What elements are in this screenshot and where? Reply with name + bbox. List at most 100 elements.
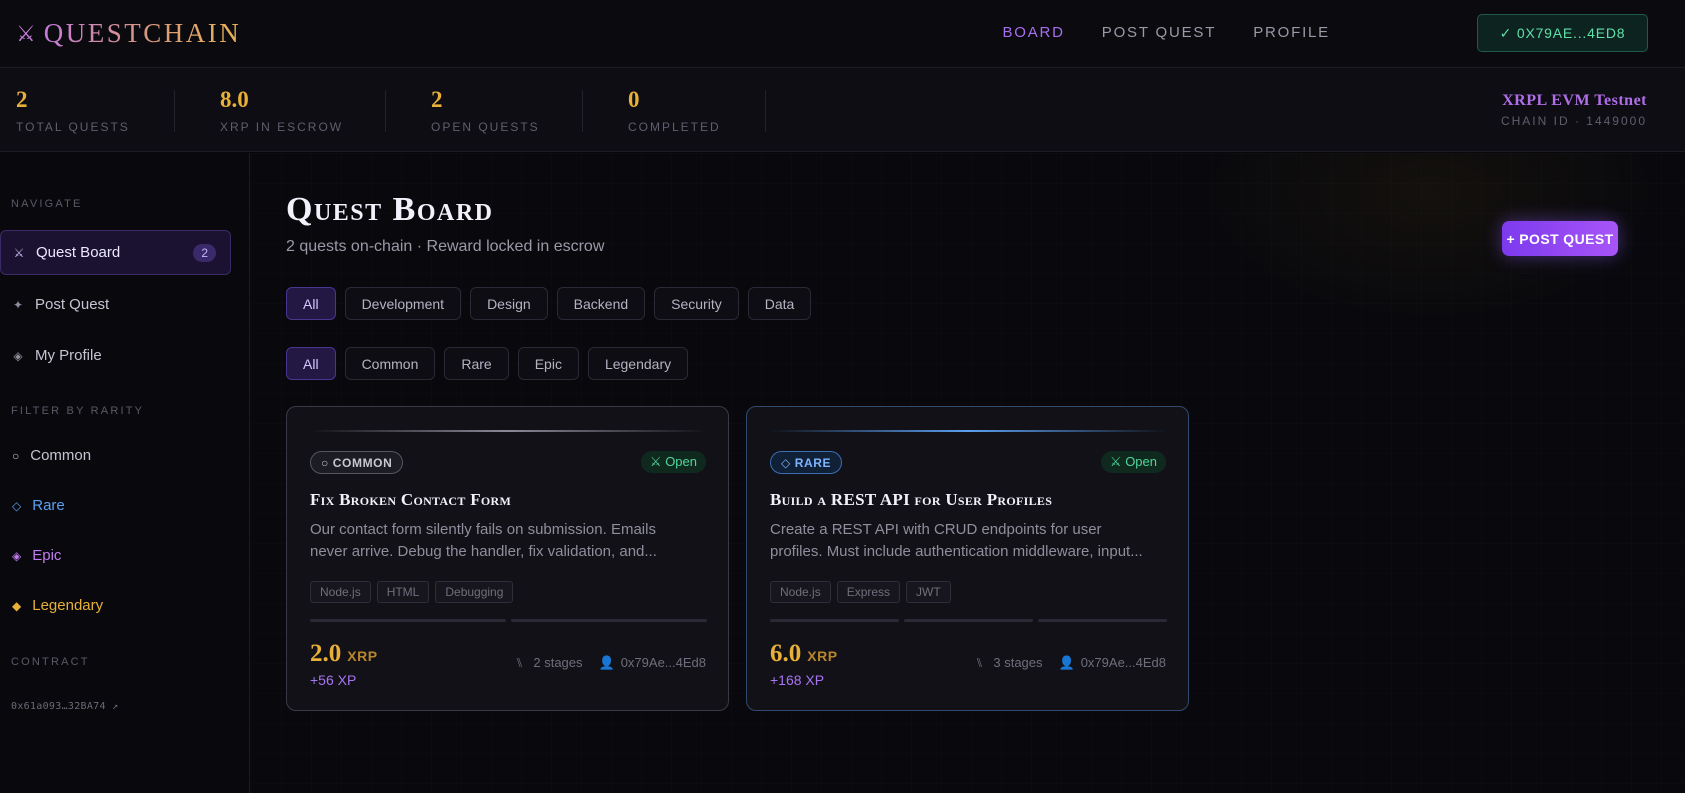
- rarity-filter-legendary[interactable]: ◆ Legendary: [12, 597, 103, 614]
- network-info: XRPL EVM Testnet CHAIN ID · 1449000: [1501, 92, 1647, 128]
- sidebar: NAVIGATE ⚔ Quest Board 2 ✦ Post Quest ◈ …: [0, 153, 250, 793]
- sidebar-item-my-profile[interactable]: ◈ My Profile: [0, 333, 231, 378]
- stat-value: 2: [16, 87, 28, 112]
- status-badge: ⚔ Open: [1100, 451, 1166, 473]
- xp-reward: +56 XP: [310, 672, 357, 688]
- sidebar-item-quest-board[interactable]: ⚔ Quest Board 2: [0, 230, 231, 275]
- category-filter-backend[interactable]: Backend: [556, 287, 646, 320]
- tag: Node.js: [310, 581, 371, 603]
- quest-title: Fix Broken Contact Form: [310, 490, 512, 509]
- stat-label: OPEN QUESTS: [431, 120, 540, 134]
- stat-label: XRP IN ESCROW: [220, 120, 344, 134]
- category-filter-all[interactable]: All: [286, 287, 336, 320]
- stage-segment: [770, 619, 899, 622]
- stat-open-quests: 2 OPEN QUESTS: [431, 88, 540, 134]
- quest-card[interactable]: ○ COMMON ⚔ Open Fix Broken Contact Form …: [286, 406, 729, 711]
- category-filter-design[interactable]: Design: [470, 287, 548, 320]
- rarity-filter-epic[interactable]: ◈ Epic: [12, 547, 61, 564]
- rarity-filter-rare[interactable]: ◇ Rare: [12, 497, 65, 514]
- stat-divider: [385, 90, 386, 132]
- main-nav: BOARD POST QUEST PROFILE: [1002, 24, 1330, 41]
- tag: Debugging: [435, 581, 514, 603]
- stage-segment: [511, 619, 707, 622]
- stat-completed: 0 COMPLETED: [628, 88, 721, 134]
- quest-meta: ⑊ 2 stages 👤 0x79Ae...4Ed8: [516, 655, 706, 671]
- reward: 6.0 XRP: [770, 640, 838, 668]
- stats-bar: 2 TOTAL QUESTS 8.0 XRP IN ESCROW 2 OPEN …: [0, 68, 1685, 152]
- stat-divider: [174, 90, 175, 132]
- rarity-chip-legendary[interactable]: Legendary: [587, 347, 689, 380]
- wallet-button[interactable]: ✓ 0X79AE...4ED8: [1477, 14, 1648, 52]
- stage-segment: [1038, 619, 1167, 622]
- tag: JWT: [906, 581, 951, 603]
- diamond-icon: ◈: [13, 348, 23, 363]
- diamond-outline-icon: ◇: [12, 498, 22, 513]
- quest-owner: 👤 0x79Ae...4Ed8: [599, 655, 706, 671]
- stat-value: 0: [628, 87, 640, 112]
- card-accent-line: [309, 430, 707, 432]
- quest-meta: ⑊ 3 stages 👤 0x79Ae...4Ed8: [976, 655, 1166, 671]
- stages-icon: ⑊: [975, 655, 984, 670]
- page-title: Quest Board: [286, 191, 494, 228]
- navigate-heading: NAVIGATE: [11, 198, 83, 210]
- stages-icon: ⑊: [515, 655, 524, 670]
- stages-label: 3 stages: [993, 655, 1043, 670]
- quest-description: Create a REST API with CRUD endpoints fo…: [770, 521, 1143, 560]
- quest-card[interactable]: ◇ RARE ⚔ Open Build a REST API for User …: [746, 406, 1189, 711]
- rarity-heading: FILTER BY RARITY: [11, 405, 145, 417]
- quest-count-badge: 2: [193, 244, 216, 262]
- rarity-label: Legendary: [32, 597, 104, 614]
- stage-segment: [904, 619, 1033, 622]
- quest-tags: Node.js Express JWT: [770, 581, 951, 603]
- nav-profile[interactable]: PROFILE: [1253, 24, 1330, 41]
- top-bar: ⚔ QUESTCHAIN BOARD POST QUEST PROFILE ✓ …: [0, 0, 1685, 68]
- rarity-chip-rare[interactable]: Rare: [444, 347, 509, 380]
- user-icon: 👤: [598, 655, 615, 670]
- reward-currency: XRP: [347, 648, 378, 664]
- rarity-chip-epic[interactable]: Epic: [517, 347, 579, 380]
- stage-progress: [310, 619, 707, 622]
- owner-address: 0x79Ae...4Ed8: [1080, 655, 1166, 670]
- network-name: XRPL EVM Testnet: [1502, 92, 1647, 109]
- stat-label: TOTAL QUESTS: [16, 120, 130, 134]
- contract-address-link[interactable]: 0x61a093…32BA74 ↗: [11, 701, 118, 712]
- stage-segment: [310, 619, 506, 622]
- reward: 2.0 XRP: [310, 640, 378, 668]
- stages-label: 2 stages: [533, 655, 583, 670]
- stat-divider: [765, 90, 766, 132]
- stat-label: COMPLETED: [628, 120, 721, 134]
- nav-board[interactable]: BOARD: [1002, 24, 1064, 41]
- nav-post-quest[interactable]: POST QUEST: [1102, 24, 1216, 41]
- rarity-badge: ○ COMMON: [310, 451, 404, 474]
- swords-icon: ⚔: [13, 245, 25, 260]
- xp-reward: +168 XP: [770, 672, 825, 688]
- diamond-dot-icon: ◈: [12, 548, 22, 563]
- quest-tags: Node.js HTML Debugging: [310, 581, 514, 603]
- diamond-filled-icon: ◆: [12, 598, 22, 613]
- category-filter-security[interactable]: Security: [654, 287, 739, 320]
- sidebar-item-label: Quest Board: [36, 244, 121, 261]
- owner-address: 0x79Ae...4Ed8: [620, 655, 706, 670]
- main-content: Quest Board 2 quests on-chain · Reward l…: [251, 153, 1685, 793]
- stat-divider: [582, 90, 583, 132]
- quest-owner: 👤 0x79Ae...4Ed8: [1059, 655, 1166, 671]
- circle-icon: ○: [12, 448, 20, 463]
- sidebar-item-post-quest[interactable]: ✦ Post Quest: [0, 282, 231, 327]
- rarity-label: Epic: [32, 547, 62, 564]
- category-filter-development[interactable]: Development: [344, 287, 462, 320]
- stage-count: ⑊ 3 stages: [976, 655, 1043, 671]
- quest-title: Build a REST API for User Profiles: [770, 490, 1053, 509]
- contract-heading: CONTRACT: [11, 656, 90, 668]
- rarity-chip-common[interactable]: Common: [344, 347, 436, 380]
- post-quest-button[interactable]: + POST QUEST: [1502, 221, 1618, 256]
- app-logo[interactable]: ⚔ QUESTCHAIN: [16, 18, 241, 49]
- card-accent-line: [769, 430, 1167, 432]
- quest-description: Our contact form silently fails on submi…: [310, 521, 657, 560]
- rarity-filters: All Common Rare Epic Legendary: [286, 347, 689, 380]
- rarity-filter-common[interactable]: ○ Common: [12, 447, 91, 464]
- stat-value: 8.0: [220, 87, 249, 112]
- category-filter-data[interactable]: Data: [747, 287, 812, 320]
- rarity-chip-all[interactable]: All: [286, 347, 336, 380]
- status-badge: ⚔ Open: [640, 451, 706, 473]
- stat-value: 2: [431, 87, 443, 112]
